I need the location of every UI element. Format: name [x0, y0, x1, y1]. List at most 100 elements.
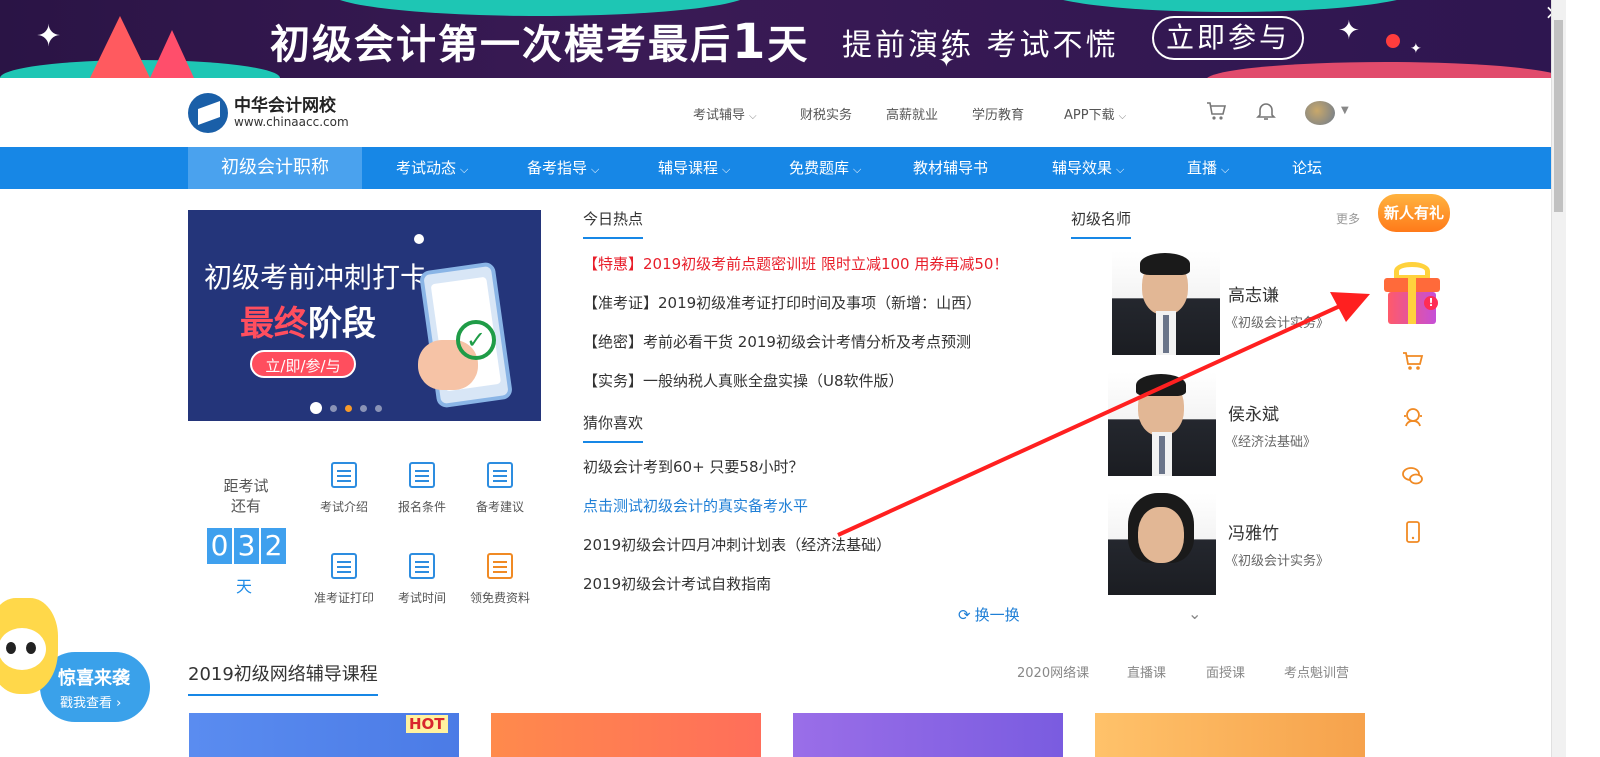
sparkle-icon: ✦: [36, 19, 62, 54]
topnav-tax-practice[interactable]: 财税实务: [800, 104, 852, 123]
nav-prep-guide[interactable]: 备考指导 ⌵: [527, 147, 599, 189]
sparkle-icon: ✦: [1410, 41, 1422, 57]
chevron-down-icon: ⌵: [749, 111, 757, 122]
banner-decor: [1206, 62, 1566, 78]
course-card[interactable]: [793, 713, 1063, 757]
cart-icon[interactable]: [1400, 349, 1426, 375]
chevron-down-icon[interactable]: ▼: [1341, 105, 1349, 116]
news-link[interactable]: 【实务】一般纳税人真账全盘实操（U8软件版）: [583, 370, 904, 391]
topnav-app-download[interactable]: APP下载 ⌵: [1064, 104, 1126, 123]
teacher-name[interactable]: 高志谦: [1228, 281, 1279, 306]
scrollbar-thumb[interactable]: [1554, 20, 1563, 212]
carousel-dot[interactable]: [345, 404, 352, 412]
nav-textbooks[interactable]: 教材辅导书: [913, 147, 988, 189]
course-tab[interactable]: 面授课: [1206, 662, 1245, 681]
news-link[interactable]: 【准考证】2019初级准考证打印时间及事项（新增：山西）: [583, 292, 981, 313]
course-tab[interactable]: 考点魁训营: [1284, 662, 1349, 681]
mobile-icon[interactable]: [1400, 520, 1426, 546]
tool-prep-advice[interactable]: 备考建议: [460, 462, 540, 515]
carousel-dot[interactable]: [330, 404, 337, 412]
avatar[interactable]: [1305, 101, 1335, 125]
sparkle-icon: ✦: [1338, 16, 1360, 46]
logo-icon: [188, 93, 228, 133]
hero-join-button[interactable]: 立/即/参/与: [250, 350, 356, 378]
book-icon: [487, 462, 513, 488]
nav-exam-news[interactable]: 考试动态 ⌵: [396, 147, 468, 189]
main-nav: 初级会计职称 考试动态 ⌵ 备考指导 ⌵ 辅导课程 ⌵ 免费题库 ⌵ 教材辅导书 辅导效…: [0, 147, 1551, 189]
courses-section-title: 2019初级网络辅导课程: [188, 660, 378, 696]
guess-you-like-title: 猜你喜欢: [583, 412, 644, 443]
course-tab[interactable]: 直播课: [1127, 662, 1166, 681]
tool-exam-time[interactable]: 考试时间: [382, 553, 462, 606]
course-card[interactable]: [491, 713, 761, 757]
carousel-dot[interactable]: [375, 404, 382, 412]
new-user-gift-badge[interactable]: 新人有礼: [1378, 194, 1450, 232]
id-card-icon: [331, 553, 357, 579]
checklist-icon: [409, 553, 435, 579]
course-tab[interactable]: 2020网络课: [1017, 662, 1089, 681]
refresh-button[interactable]: ⟳ 换一换: [958, 604, 1020, 625]
recommend-link[interactable]: 2019初级会计考试自救指南: [583, 573, 771, 594]
customer-service-icon[interactable]: [1400, 405, 1426, 431]
tool-admission-print[interactable]: 准考证打印: [304, 553, 384, 606]
edit-form-icon: [409, 462, 435, 488]
teacher-photo[interactable]: [1112, 251, 1220, 355]
download-doc-icon: [487, 553, 513, 579]
recommend-link[interactable]: 2019初级会计四月冲刺计划表（经济法基础）: [583, 534, 891, 555]
cart-icon[interactable]: [1204, 100, 1228, 124]
chevron-down-icon: ⌵: [853, 163, 862, 176]
countdown-digit: 2: [261, 528, 286, 564]
chevron-down-icon[interactable]: ⌄: [1188, 604, 1201, 623]
hot-news-title: 今日热点: [583, 208, 644, 239]
banner-subtitle: 提前演练 考试不慌: [842, 28, 1119, 63]
banner-decor: [1040, 0, 1420, 12]
hero-carousel[interactable]: 初级考前冲刺打卡 最终阶段 立/即/参/与 ✓: [188, 210, 541, 421]
recommend-link[interactable]: 点击测试初级会计的真实备考水平: [583, 495, 808, 516]
teacher-name[interactable]: 侯永斌: [1228, 400, 1279, 425]
tool-eligibility[interactable]: 报名条件: [382, 462, 462, 515]
teacher-photo[interactable]: [1108, 493, 1216, 595]
countdown-label: 距考试 还有: [223, 477, 269, 515]
banner-decor: [90, 16, 150, 78]
course-card[interactable]: [1095, 713, 1365, 757]
gift-icon[interactable]: !: [1384, 262, 1440, 324]
hero-line1: 初级考前冲刺打卡: [204, 261, 429, 294]
tool-exam-intro[interactable]: 考试介绍: [304, 462, 384, 515]
carousel-dot[interactable]: [360, 404, 367, 412]
news-link[interactable]: 【绝密】考前必看干货 2019初级会计考情分析及考点预测: [583, 331, 971, 352]
chevron-down-icon: ⌵: [591, 163, 600, 176]
banner-decor: [150, 30, 194, 78]
topnav-career[interactable]: 高薪就业: [886, 104, 938, 123]
tool-free-materials[interactable]: 领免费资料: [460, 553, 540, 606]
nav-live[interactable]: 直播 ⌵: [1187, 147, 1229, 189]
nav-home-primary-accounting[interactable]: 初级会计职称: [188, 147, 362, 189]
chevron-down-icon: ⌵: [1118, 111, 1127, 122]
topnav-degree[interactable]: 学历教育: [972, 104, 1024, 123]
nav-results[interactable]: 辅导效果 ⌵: [1052, 147, 1124, 189]
wechat-icon[interactable]: [1400, 464, 1426, 490]
banner-join-button[interactable]: 立即参与: [1152, 16, 1304, 60]
teacher-name[interactable]: 冯雅竹: [1228, 519, 1279, 544]
mascot-illustration[interactable]: [0, 598, 58, 694]
chevron-down-icon: ⌵: [1221, 163, 1230, 176]
hero-decor: [414, 234, 424, 244]
bell-icon[interactable]: [1254, 100, 1278, 124]
banner-decor: [1386, 34, 1400, 48]
chevron-down-icon: ⌵: [722, 163, 731, 176]
recommend-link[interactable]: 初级会计考到60+ 只要58小时？: [583, 456, 804, 477]
teacher-photo[interactable]: [1108, 372, 1216, 476]
promo-banner[interactable]: ✦ ✦ ✦ ✦ 初级会计第一次模考最后1天 提前演练 考试不慌 立即参与 ×: [0, 0, 1566, 78]
carousel-dots[interactable]: [310, 402, 382, 414]
topnav-exam-guide[interactable]: 考试辅导 ⌵: [693, 104, 757, 123]
carousel-dot[interactable]: [310, 402, 322, 414]
nav-forum[interactable]: 论坛: [1292, 147, 1322, 189]
nav-free-questions[interactable]: 免费题库 ⌵: [789, 147, 861, 189]
more-link[interactable]: 更多: [1336, 210, 1360, 227]
hero-line2: 最终阶段: [240, 304, 376, 344]
check-icon: ✓: [456, 320, 496, 360]
site-logo[interactable]: 中华会计网校 www.chinaacc.com: [188, 93, 349, 133]
chevron-down-icon: ⌵: [1116, 163, 1125, 176]
nav-courses[interactable]: 辅导课程 ⌵: [658, 147, 730, 189]
countdown-digits: 0 3 2: [207, 528, 286, 564]
news-link[interactable]: 【特惠】2019初级考前点题密训班 限时立减100 用券再减50！: [583, 253, 1008, 274]
